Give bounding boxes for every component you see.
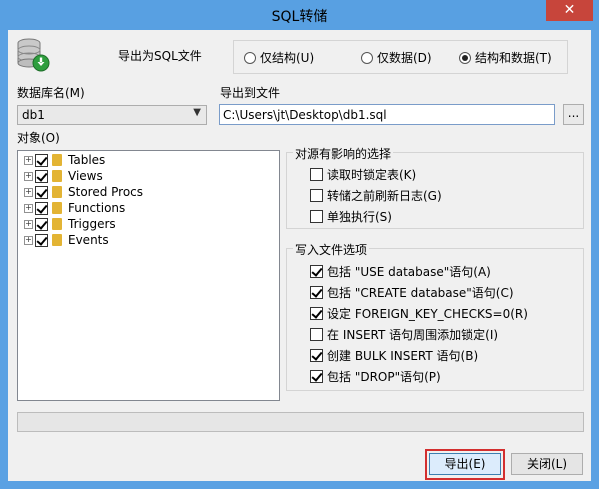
tree-item-stored-procs[interactable]: + Stored Procs [24, 184, 143, 200]
checkbox-label: 创建 BULK INSERT 语句(B) [327, 349, 479, 363]
folder-icon [52, 154, 62, 166]
radio-circle [361, 51, 373, 64]
tree-checkbox[interactable] [35, 233, 48, 247]
radio-label: 仅结构(U) [260, 51, 315, 65]
checkbox-box [310, 210, 323, 223]
include-use-database-checkbox[interactable]: 包括 "USE database"语句(A) [310, 263, 491, 280]
radio-structure-and-data[interactable]: 结构和数据(T) [459, 49, 552, 66]
folder-icon [52, 202, 62, 214]
export-as-label: 导出为SQL文件 [118, 49, 202, 63]
export-button[interactable]: 导出(E) [429, 453, 501, 475]
tree-checkbox[interactable] [35, 201, 48, 215]
checkbox-label: 设定 FOREIGN_KEY_CHECKS=0(R) [327, 307, 528, 321]
database-name-label: 数据库名(M) [17, 86, 85, 100]
file-options-title: 写入文件选项 [293, 241, 370, 258]
expand-icon[interactable]: + [24, 203, 33, 213]
folder-icon [52, 170, 62, 182]
tree-checkbox[interactable] [35, 185, 48, 199]
export-type-group: 仅结构(U) 仅数据(D) 结构和数据(T) [233, 40, 568, 74]
single-transaction-checkbox[interactable]: 单独执行(S) [310, 208, 392, 225]
checkbox-box [310, 349, 323, 362]
tree-item-tables[interactable]: + Tables [24, 152, 105, 168]
objects-label: 对象(O) [17, 131, 60, 145]
add-locks-checkbox[interactable]: 在 INSERT 语句周围添加锁定(I) [310, 326, 498, 343]
checkbox-box [310, 189, 323, 202]
checkbox-label: 包括 "CREATE database"语句(C) [327, 286, 514, 300]
source-options-group: 对源有影响的选择 读取时锁定表(K) 转储之前刷新日志(G) 单独执行(S) [286, 145, 584, 229]
folder-icon [52, 186, 62, 198]
expand-icon[interactable]: + [24, 187, 33, 197]
lock-tables-checkbox[interactable]: 读取时锁定表(K) [310, 166, 416, 183]
include-create-database-checkbox[interactable]: 包括 "CREATE database"语句(C) [310, 284, 514, 301]
tree-checkbox[interactable] [35, 153, 48, 167]
bulk-insert-checkbox[interactable]: 创建 BULK INSERT 语句(B) [310, 347, 478, 364]
checkbox-label: 包括 "USE database"语句(A) [327, 265, 491, 279]
checkbox-label: 在 INSERT 语句周围添加锁定(I) [327, 328, 499, 342]
file-options-group: 写入文件选项 包括 "USE database"语句(A) 包括 "CREATE… [286, 241, 584, 391]
dialog-body: 导出为SQL文件 仅结构(U) 仅数据(D) 结构和数据(T) 数据库名(M) … [8, 30, 591, 481]
checkbox-box [310, 328, 323, 341]
radio-structure-only[interactable]: 仅结构(U) [244, 49, 314, 66]
window-title: SQL转储 [271, 9, 328, 25]
tree-item-label: Events [68, 233, 109, 247]
database-export-icon [17, 38, 50, 72]
folder-icon [52, 218, 62, 230]
tree-item-label: Functions [68, 201, 126, 215]
tree-item-triggers[interactable]: + Triggers [24, 216, 116, 232]
foreign-key-checks-checkbox[interactable]: 设定 FOREIGN_KEY_CHECKS=0(R) [310, 305, 528, 322]
folder-icon [52, 234, 62, 246]
browse-button[interactable]: ... [563, 104, 584, 125]
checkbox-box [310, 370, 323, 383]
tree-item-views[interactable]: + Views [24, 168, 103, 184]
chevron-down-icon: ▼ [193, 107, 201, 118]
radio-label: 仅数据(D) [377, 51, 432, 65]
tree-item-label: Views [68, 169, 103, 183]
source-options-title: 对源有影响的选择 [293, 145, 394, 162]
checkbox-label: 单独执行(S) [327, 210, 392, 224]
export-to-file-label: 导出到文件 [220, 86, 281, 100]
checkbox-label: 读取时锁定表(K) [327, 168, 417, 182]
checkbox-label: 转储之前刷新日志(G) [327, 189, 442, 203]
export-file-path-input[interactable]: C:\Users\jt\Desktop\db1.sql [219, 104, 555, 125]
include-drop-checkbox[interactable]: 包括 "DROP"语句(P) [310, 368, 441, 385]
radio-label: 结构和数据(T) [475, 51, 552, 65]
tree-checkbox[interactable] [35, 169, 48, 183]
checkbox-box [310, 168, 323, 181]
title-bar[interactable]: SQL转储 ✕ [0, 0, 599, 30]
radio-circle [244, 51, 256, 64]
checkbox-box [310, 286, 323, 299]
radio-data-only[interactable]: 仅数据(D) [361, 49, 432, 66]
flush-logs-checkbox[interactable]: 转储之前刷新日志(G) [310, 187, 442, 204]
checkbox-label: 包括 "DROP"语句(P) [327, 370, 441, 384]
database-select-value: db1 [22, 108, 45, 122]
file-path-value: C:\Users\jt\Desktop\db1.sql [223, 108, 387, 122]
checkbox-box [310, 307, 323, 320]
close-window-button[interactable]: ✕ [546, 0, 593, 21]
expand-icon[interactable]: + [24, 155, 33, 165]
expand-icon[interactable]: + [24, 235, 33, 245]
tree-item-events[interactable]: + Events [24, 232, 109, 248]
expand-icon[interactable]: + [24, 219, 33, 229]
tree-item-functions[interactable]: + Functions [24, 200, 125, 216]
close-button[interactable]: 关闭(L) [511, 453, 583, 475]
expand-icon[interactable]: + [24, 171, 33, 181]
tree-item-label: Triggers [68, 217, 116, 231]
checkbox-box [310, 265, 323, 278]
tree-item-label: Stored Procs [68, 185, 144, 199]
objects-tree[interactable]: + Tables + Views + Stored Procs + Functi… [17, 150, 280, 401]
tree-checkbox[interactable] [35, 217, 48, 231]
dialog-window: SQL转储 ✕ 导出为SQL文件 仅结构(U) 仅数据(D) 结构和数据(T) … [0, 0, 599, 489]
database-select[interactable]: db1 ▼ [17, 105, 207, 125]
tree-item-label: Tables [68, 153, 106, 167]
radio-circle-selected [459, 51, 471, 64]
progress-bar [17, 412, 584, 432]
